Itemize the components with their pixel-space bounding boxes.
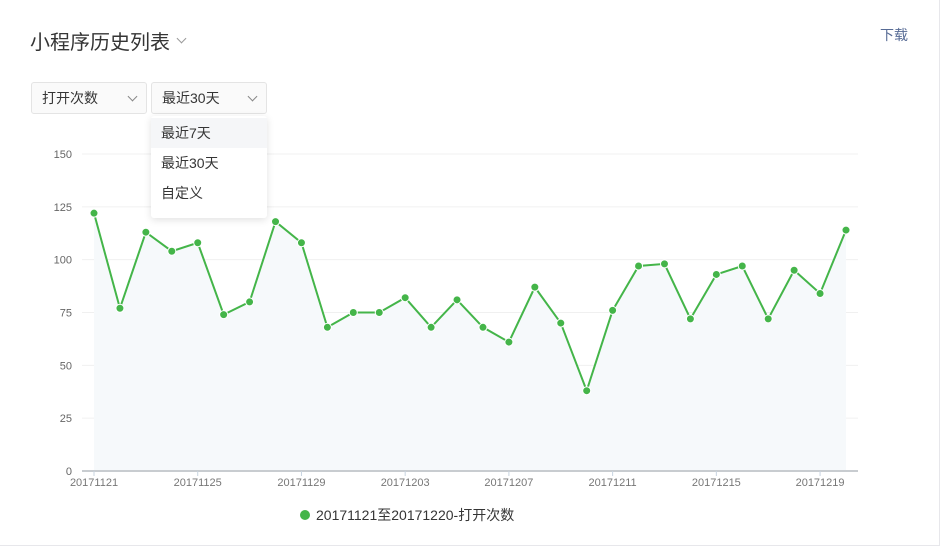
data-point: [115, 303, 125, 313]
data-point: [296, 238, 306, 248]
range-option-7days[interactable]: 最近7天: [151, 118, 267, 148]
data-point: [193, 238, 203, 248]
data-point: [504, 337, 514, 347]
legend-marker: [300, 510, 310, 520]
data-point: [89, 208, 99, 218]
data-point: [322, 322, 332, 332]
chart-legend[interactable]: 20171121至20171220-打开次数: [300, 505, 514, 525]
data-point: [608, 305, 618, 315]
data-point: [426, 322, 436, 332]
x-tick-label: 20171129: [277, 477, 325, 489]
data-point: [685, 314, 695, 324]
data-point: [478, 322, 488, 332]
data-point: [271, 217, 281, 227]
data-point: [711, 269, 721, 279]
data-point: [348, 308, 358, 317]
data-point: [815, 288, 825, 298]
data-point: [634, 261, 644, 271]
data-point: [141, 227, 151, 237]
data-point: [763, 314, 773, 324]
x-tick-label: 20171211: [589, 477, 637, 489]
x-tick-label: 20171207: [484, 477, 533, 489]
data-point: [789, 265, 799, 275]
x-tick-label: 20171219: [796, 477, 845, 489]
data-point: [167, 246, 177, 256]
data-point: [530, 282, 540, 292]
data-point: [245, 297, 255, 307]
y-tick-label: 150: [54, 149, 72, 161]
x-tick-label: 20171121: [70, 477, 118, 489]
y-tick-label: 75: [60, 308, 72, 320]
data-point: [659, 259, 669, 269]
data-point: [219, 310, 229, 320]
range-dropdown-menu: 最近7天 最近30天 自定义: [151, 116, 267, 218]
data-point: [556, 318, 566, 328]
x-tick-label: 20171125: [174, 477, 222, 489]
x-tick-label: 20171203: [381, 477, 430, 489]
range-option-30days[interactable]: 最近30天: [151, 148, 267, 178]
line-chart: 025507510012515020171121 20171125 20171129…: [54, 149, 858, 489]
data-point: [737, 261, 747, 271]
data-point: [841, 225, 851, 235]
y-tick-label: 125: [54, 202, 72, 214]
x-tick-label: 20171215: [692, 477, 741, 489]
range-option-custom[interactable]: 自定义: [151, 178, 267, 208]
data-point: [452, 295, 462, 305]
area-fill: [94, 213, 846, 471]
y-tick-label: 100: [54, 255, 72, 267]
data-point: [374, 308, 384, 317]
y-tick-label: 25: [60, 413, 72, 425]
data-point: [582, 386, 592, 396]
y-tick-label: 50: [60, 360, 72, 372]
legend-label: 20171121至20171220-打开次数: [316, 507, 515, 523]
data-point: [400, 293, 410, 303]
